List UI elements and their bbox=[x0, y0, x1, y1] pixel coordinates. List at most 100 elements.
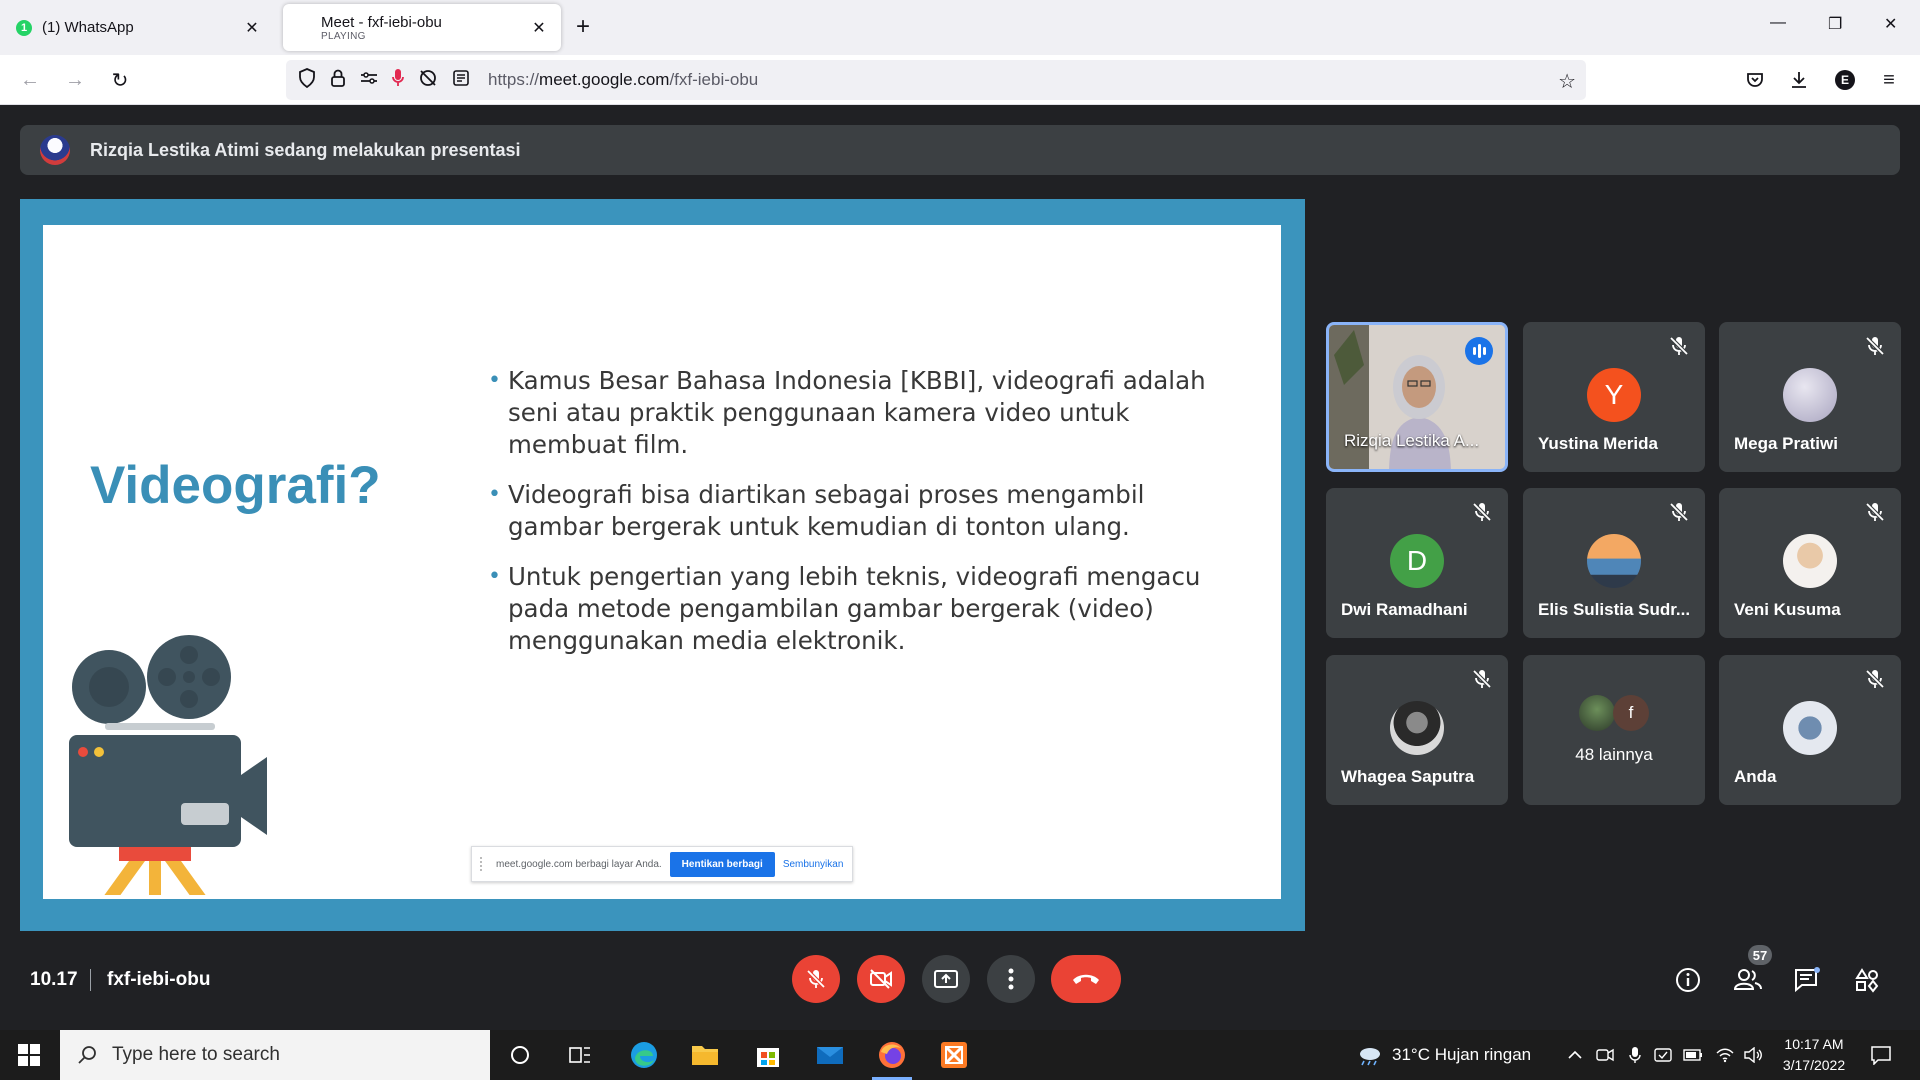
microphone-active-icon[interactable] bbox=[392, 68, 404, 93]
wifi-icon[interactable] bbox=[1710, 1040, 1740, 1070]
participant-tile-dwi[interactable]: D Dwi Ramadhani bbox=[1326, 488, 1508, 638]
volume-icon[interactable] bbox=[1738, 1040, 1768, 1070]
url-host: meet.google.com bbox=[539, 70, 670, 89]
camera-blocked-icon[interactable] bbox=[418, 68, 438, 93]
participant-initial-avatar: Y bbox=[1587, 368, 1641, 422]
more-participants-tile[interactable]: f 48 lainnya bbox=[1523, 655, 1705, 805]
task-view-icon[interactable] bbox=[565, 1040, 595, 1070]
back-icon[interactable]: ← bbox=[17, 67, 43, 93]
url-prefix: https:// bbox=[488, 70, 540, 89]
profile-initial: E bbox=[1835, 70, 1855, 90]
participant-photo-avatar bbox=[1579, 695, 1615, 731]
stop-sharing-button[interactable]: Hentikan berbagi bbox=[669, 851, 775, 877]
system-clock[interactable]: 10:17 AM 3/17/2022 bbox=[1774, 1034, 1854, 1076]
participant-tile-yustina[interactable]: Y Yustina Merida bbox=[1523, 322, 1705, 472]
meeting-code: fxf-iebi-obu bbox=[107, 969, 211, 990]
participant-initial-avatar: f bbox=[1613, 695, 1649, 731]
antivirus-icon[interactable] bbox=[1648, 1040, 1678, 1070]
hang-up-icon bbox=[1073, 974, 1099, 984]
forward-icon[interactable]: → bbox=[62, 67, 88, 93]
drag-handle[interactable] bbox=[480, 857, 488, 871]
participant-initial-avatar: D bbox=[1390, 534, 1444, 588]
reader-view-icon[interactable] bbox=[452, 69, 470, 92]
participant-name: Elis Sulistia Sudr... bbox=[1538, 600, 1691, 619]
pocket-icon[interactable] bbox=[1742, 67, 1768, 93]
participant-name: Rizqia Lestika A... bbox=[1344, 431, 1480, 450]
participant-tile-veni[interactable]: Veni Kusuma bbox=[1719, 488, 1901, 638]
close-tab-icon[interactable]: ✕ bbox=[529, 18, 549, 38]
navigation-bar: ← → ↻ https://meet.google.com/fxf-iebi-o… bbox=[0, 55, 1920, 105]
participant-tile-mega[interactable]: Mega Pratiwi bbox=[1719, 322, 1901, 472]
shield-icon[interactable] bbox=[298, 67, 316, 93]
edge-icon[interactable] bbox=[629, 1040, 659, 1070]
slide-bullet: Untuk pengertian yang lebih teknis, vide… bbox=[488, 561, 1228, 657]
participant-photo-avatar bbox=[1587, 534, 1641, 588]
downloads-icon[interactable] bbox=[1786, 67, 1812, 93]
slide-bullet-list: Kamus Besar Bahasa Indonesia [KBBI], vid… bbox=[488, 365, 1228, 675]
more-options-button[interactable] bbox=[987, 955, 1035, 1003]
participant-photo-avatar bbox=[1783, 534, 1837, 588]
camera-in-use-icon[interactable] bbox=[1590, 1040, 1620, 1070]
firefox-icon[interactable] bbox=[877, 1040, 907, 1070]
participant-name: Dwi Ramadhani bbox=[1341, 600, 1468, 619]
participant-name: Veni Kusuma bbox=[1734, 600, 1841, 619]
participant-tile-elis[interactable]: Elis Sulistia Sudr... bbox=[1523, 488, 1705, 638]
slide-bullet: Videografi bisa diartikan sebagai proses… bbox=[488, 479, 1228, 543]
share-message: meet.google.com berbagi layar Anda. bbox=[496, 858, 662, 870]
chevron-up-icon[interactable] bbox=[1560, 1040, 1590, 1070]
tab-meet[interactable]: Meet - fxf-iebi-obu PLAYING ✕ bbox=[283, 4, 561, 142]
chat-icon[interactable] bbox=[1792, 965, 1822, 995]
hide-button[interactable]: Sembunyikan bbox=[783, 859, 844, 870]
tab-playing-label: PLAYING bbox=[321, 30, 366, 42]
cortana-icon[interactable] bbox=[505, 1040, 535, 1070]
profile-avatar[interactable]: E bbox=[1832, 67, 1858, 93]
activities-icon[interactable] bbox=[1852, 965, 1882, 995]
restore-icon[interactable]: ❐ bbox=[1828, 14, 1842, 34]
microsoft-store-icon[interactable] bbox=[753, 1040, 783, 1070]
permissions-icon[interactable] bbox=[360, 71, 378, 90]
notifications-icon[interactable] bbox=[1866, 1040, 1896, 1070]
close-window-icon[interactable]: ✕ bbox=[1884, 14, 1897, 34]
participant-name: Yustina Merida bbox=[1538, 434, 1658, 453]
windows-start-icon[interactable] bbox=[14, 1040, 44, 1070]
reload-icon[interactable]: ↻ bbox=[107, 67, 133, 93]
present-icon bbox=[934, 970, 958, 988]
mail-icon[interactable] bbox=[815, 1040, 845, 1070]
file-explorer-icon[interactable] bbox=[690, 1040, 720, 1070]
minimize-icon[interactable]: — bbox=[1770, 14, 1786, 32]
present-screen-button[interactable] bbox=[922, 955, 970, 1003]
mic-off-icon bbox=[1667, 500, 1691, 524]
screen-share-notification: meet.google.com berbagi layar Anda. Hent… bbox=[471, 846, 853, 882]
bookmark-star-icon[interactable]: ☆ bbox=[1558, 69, 1576, 94]
toggle-camera-button[interactable] bbox=[857, 955, 905, 1003]
url-text[interactable]: https://meet.google.com/fxf-iebi-obu bbox=[488, 70, 758, 90]
xampp-icon[interactable] bbox=[939, 1040, 969, 1070]
leave-call-button[interactable] bbox=[1051, 955, 1121, 1003]
participants-icon[interactable] bbox=[1733, 965, 1763, 995]
taskbar-search-box[interactable]: Type here to search bbox=[60, 1030, 490, 1080]
camera-off-icon bbox=[870, 969, 892, 989]
battery-icon[interactable] bbox=[1678, 1040, 1708, 1070]
new-tab-button[interactable]: + bbox=[576, 15, 590, 39]
more-participants-label: 48 lainnya bbox=[1575, 745, 1653, 764]
weather-widget[interactable]: 31°C Hujan ringan bbox=[1356, 1030, 1531, 1080]
meeting-details-icon[interactable] bbox=[1673, 965, 1703, 995]
tab-whatsapp[interactable]: 1 (1) WhatsApp ✕ bbox=[4, 4, 274, 51]
microphone-in-use-icon[interactable] bbox=[1620, 1040, 1650, 1070]
divider bbox=[90, 969, 91, 991]
address-bar[interactable]: https://meet.google.com/fxf-iebi-obu ☆ bbox=[286, 60, 1586, 100]
toggle-microphone-button[interactable] bbox=[792, 955, 840, 1003]
slide-bullet: Kamus Besar Bahasa Indonesia [KBBI], vid… bbox=[488, 365, 1228, 461]
participant-tile-whagea[interactable]: Whagea Saputra bbox=[1326, 655, 1508, 805]
mic-off-icon bbox=[1470, 667, 1494, 691]
participant-tile-self[interactable]: Anda bbox=[1719, 655, 1901, 805]
search-placeholder: Type here to search bbox=[112, 1044, 280, 1065]
search-icon bbox=[78, 1046, 96, 1064]
presentation-banner: Rizqia Lestika Atimi sedang melakukan pr… bbox=[20, 125, 1900, 175]
lock-icon[interactable] bbox=[330, 68, 346, 93]
speaking-indicator-icon bbox=[1465, 337, 1493, 365]
close-tab-icon[interactable]: ✕ bbox=[242, 18, 262, 38]
participant-tile-rizqia[interactable]: Rizqia Lestika A... bbox=[1326, 322, 1508, 472]
menu-icon[interactable]: ≡ bbox=[1876, 67, 1902, 93]
mic-off-icon bbox=[806, 969, 826, 989]
